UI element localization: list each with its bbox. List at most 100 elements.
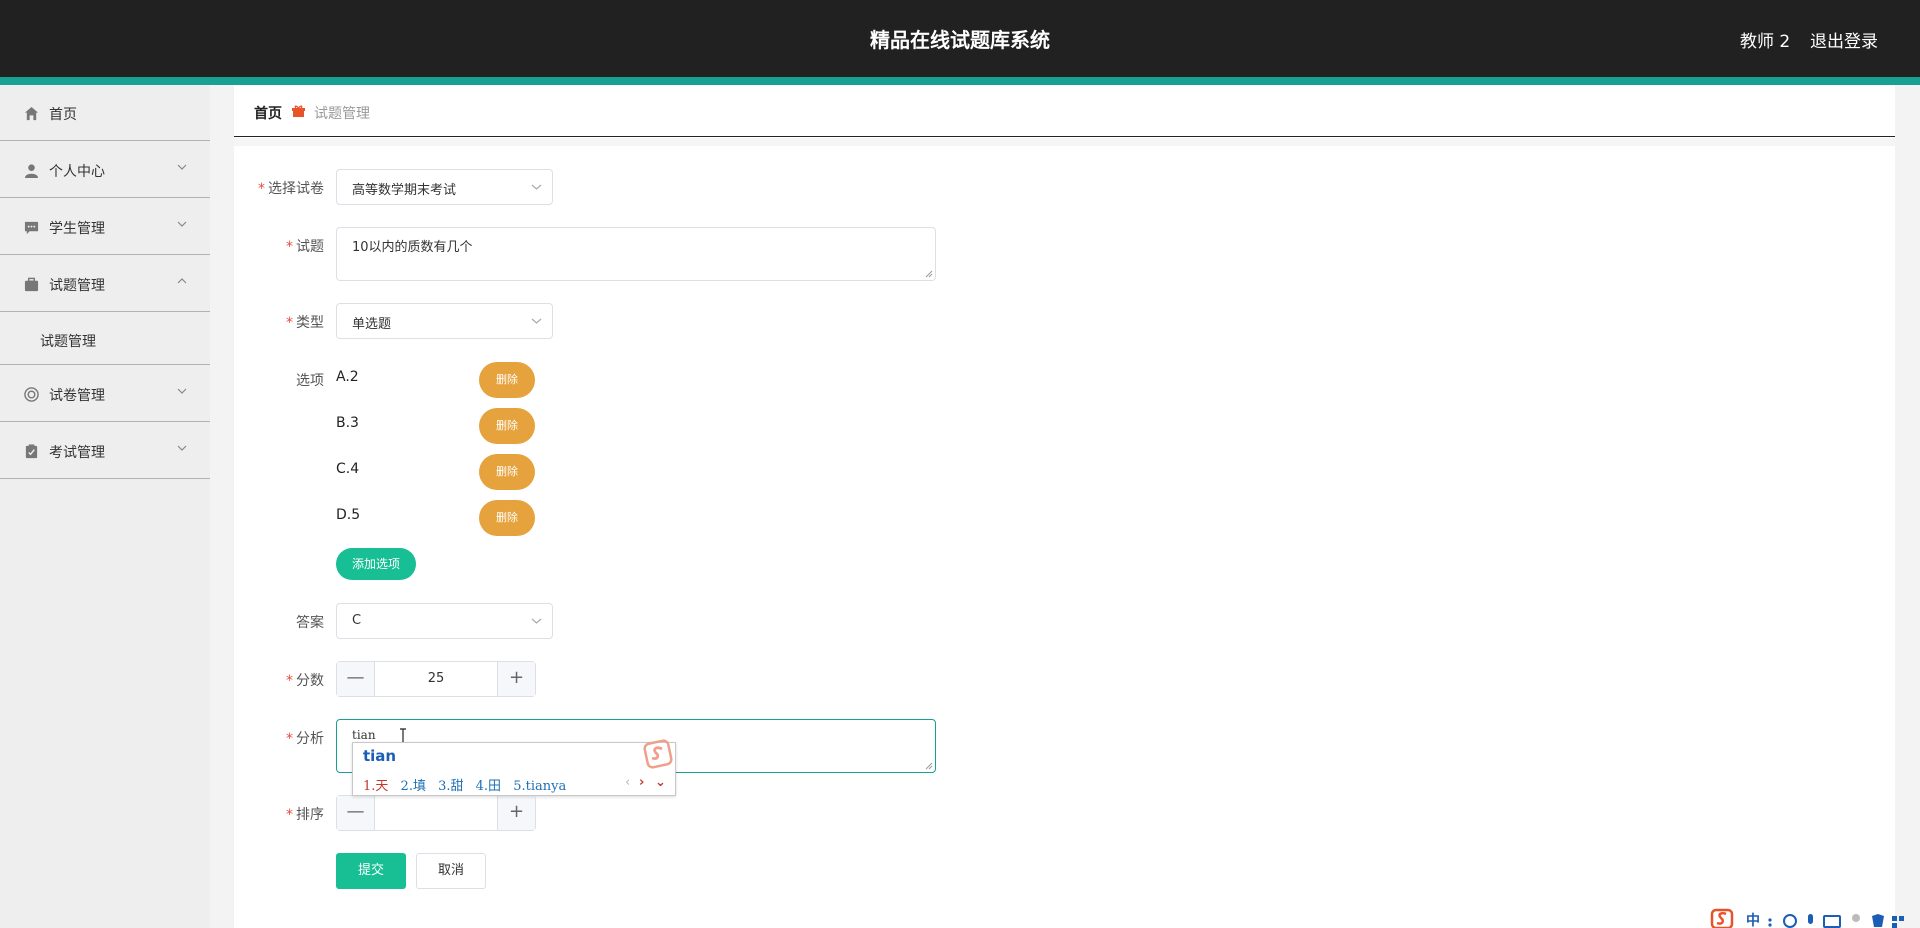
- analysis-label: * 分析: [286, 731, 324, 747]
- user-icon: [24, 164, 39, 178]
- briefcase-icon: [24, 277, 39, 292]
- increment-button[interactable]: +: [497, 662, 535, 696]
- sidebar-subitem-question-management[interactable]: 试题管理: [0, 313, 210, 365]
- ime-lang-indicator: 中: [1746, 912, 1760, 928]
- skin-icon: [1872, 914, 1884, 927]
- type-select[interactable]: 单选题: [336, 303, 553, 339]
- decrement-button[interactable]: —: [337, 662, 375, 696]
- type-select-value: 单选题: [352, 317, 392, 332]
- sidebar-item-personal-center[interactable]: 个人中心: [0, 142, 210, 198]
- score-stepper[interactable]: — 25 +: [336, 661, 536, 697]
- punctuation-icon: [1768, 918, 1772, 922]
- answer-select-value: C: [352, 613, 362, 628]
- sidebar-item-paper-management[interactable]: 试卷管理: [0, 366, 210, 422]
- question-textarea[interactable]: 10以内的质数有几个: [336, 227, 936, 281]
- cancel-button[interactable]: 取消: [416, 853, 486, 889]
- resize-grip-icon[interactable]: [925, 270, 933, 278]
- delete-option-button[interactable]: 删除: [479, 454, 535, 490]
- add-option-button[interactable]: 添加选项: [336, 548, 416, 580]
- question-label: * 试题: [286, 239, 324, 255]
- chevron-up-icon: [177, 278, 187, 284]
- gift-icon: [292, 105, 305, 117]
- option-text: D.5: [336, 507, 361, 523]
- sogou-logo-icon: [643, 739, 673, 769]
- delete-option-button[interactable]: 删除: [479, 500, 535, 536]
- question-text: 10以内的质数有几个: [352, 240, 473, 255]
- increment-button[interactable]: +: [497, 796, 535, 830]
- chevron-down-icon: [177, 221, 187, 227]
- punctuation-icon: [1768, 923, 1772, 927]
- analysis-text: tian: [352, 728, 376, 742]
- sidebar-item-question-management[interactable]: 试题管理: [0, 256, 210, 312]
- breadcrumb-current: 试题管理: [314, 106, 370, 122]
- keyboard-icon: [1823, 915, 1841, 928]
- target-icon: [24, 387, 39, 402]
- sidebar-subitem-label: 试题管理: [40, 334, 96, 350]
- option-text: C.4: [336, 461, 360, 477]
- avatar-icon: [1852, 914, 1860, 922]
- order-label: * 排序: [286, 807, 324, 823]
- sidebar-item-student-management[interactable]: 学生管理: [0, 199, 210, 255]
- sidebar-item-label: 学生管理: [49, 221, 105, 237]
- sidebar-item-label: 考试管理: [49, 445, 105, 461]
- sidebar-item-label: 首页: [49, 107, 77, 123]
- sidebar: 首页 个人中心 学生管理 试题管理 试题管理 试卷管理 考试管理: [0, 85, 210, 928]
- sogou-tray-icon: [1710, 908, 1734, 928]
- ime-candidate-window: tian 1.天 2.填 3.甜 4.田 5.tianya ‹ › ⌄: [352, 739, 676, 796]
- score-label: * 分数: [286, 673, 324, 689]
- chevron-down-icon: [531, 618, 542, 624]
- ime-candidate[interactable]: 1.天: [363, 779, 388, 794]
- chat-icon: [24, 221, 39, 235]
- ime-candidate[interactable]: 3.甜: [438, 779, 463, 794]
- ime-candidate[interactable]: 4.田: [476, 779, 501, 794]
- ime-next-page[interactable]: ›: [639, 775, 644, 790]
- sidebar-item-exam-management[interactable]: 考试管理: [0, 423, 210, 479]
- toolbox-icon: [1899, 916, 1904, 921]
- option-text: B.3: [336, 415, 359, 431]
- ime-candidate[interactable]: 5.tianya: [513, 779, 566, 794]
- type-label: * 类型: [286, 315, 324, 331]
- chevron-down-icon: [177, 445, 187, 451]
- ime-toolbar: 中: [1710, 908, 1904, 928]
- chevron-down-icon: [531, 184, 542, 190]
- order-stepper[interactable]: — +: [336, 795, 536, 831]
- answer-label: 答案: [296, 615, 324, 631]
- option-text: A.2: [336, 369, 359, 385]
- sidebar-item-label: 试题管理: [49, 278, 105, 294]
- emoji-icon: [1783, 914, 1797, 928]
- score-value[interactable]: 25: [375, 671, 497, 686]
- home-icon: [24, 106, 39, 121]
- ime-prev-page[interactable]: ‹: [625, 775, 630, 790]
- paper-select[interactable]: 高等数学期末考试: [336, 169, 553, 205]
- chevron-down-icon: [177, 388, 187, 394]
- main-content: 首页 试题管理 * 选择试卷 高等数学期末考试 * 试题 10以内的质数有几个 * 类…: [234, 85, 1895, 928]
- logout-link[interactable]: 退出登录: [1810, 27, 1878, 52]
- sidebar-item-label: 试卷管理: [49, 388, 105, 404]
- decrement-button[interactable]: —: [337, 796, 375, 830]
- sidebar-item-home[interactable]: 首页: [0, 85, 210, 141]
- resize-grip-icon[interactable]: [925, 762, 933, 770]
- ime-composition: tian: [363, 747, 397, 765]
- answer-select[interactable]: C: [336, 603, 553, 639]
- submit-button[interactable]: 提交: [336, 853, 406, 889]
- ime-candidates: 1.天 2.填 3.甜 4.田 5.tianya: [363, 775, 574, 794]
- current-user: 教师 2: [1740, 32, 1791, 52]
- ime-expand[interactable]: ⌄: [655, 775, 666, 790]
- delete-option-button[interactable]: 删除: [479, 408, 535, 444]
- top-header: 精品在线试题库系统 教师 2 退出登录: [0, 0, 1920, 77]
- ime-candidate[interactable]: 2.填: [401, 779, 426, 794]
- breadcrumb-home[interactable]: 首页: [254, 103, 282, 123]
- paper-select-value: 高等数学期末考试: [352, 183, 457, 198]
- chevron-down-icon: [177, 164, 187, 170]
- toolbox-icon: [1892, 923, 1897, 928]
- header-accent-line: [0, 77, 1920, 85]
- microphone-icon: [1808, 914, 1813, 924]
- app-title: 精品在线试题库系统: [870, 28, 1050, 52]
- options-label: 选项: [296, 373, 324, 389]
- toolbox-icon: [1892, 916, 1897, 921]
- delete-option-button[interactable]: 删除: [479, 362, 535, 398]
- chevron-down-icon: [531, 318, 542, 324]
- sidebar-item-label: 个人中心: [49, 164, 105, 180]
- content-divider: [234, 138, 1895, 146]
- paper-label: * 选择试卷: [258, 181, 324, 197]
